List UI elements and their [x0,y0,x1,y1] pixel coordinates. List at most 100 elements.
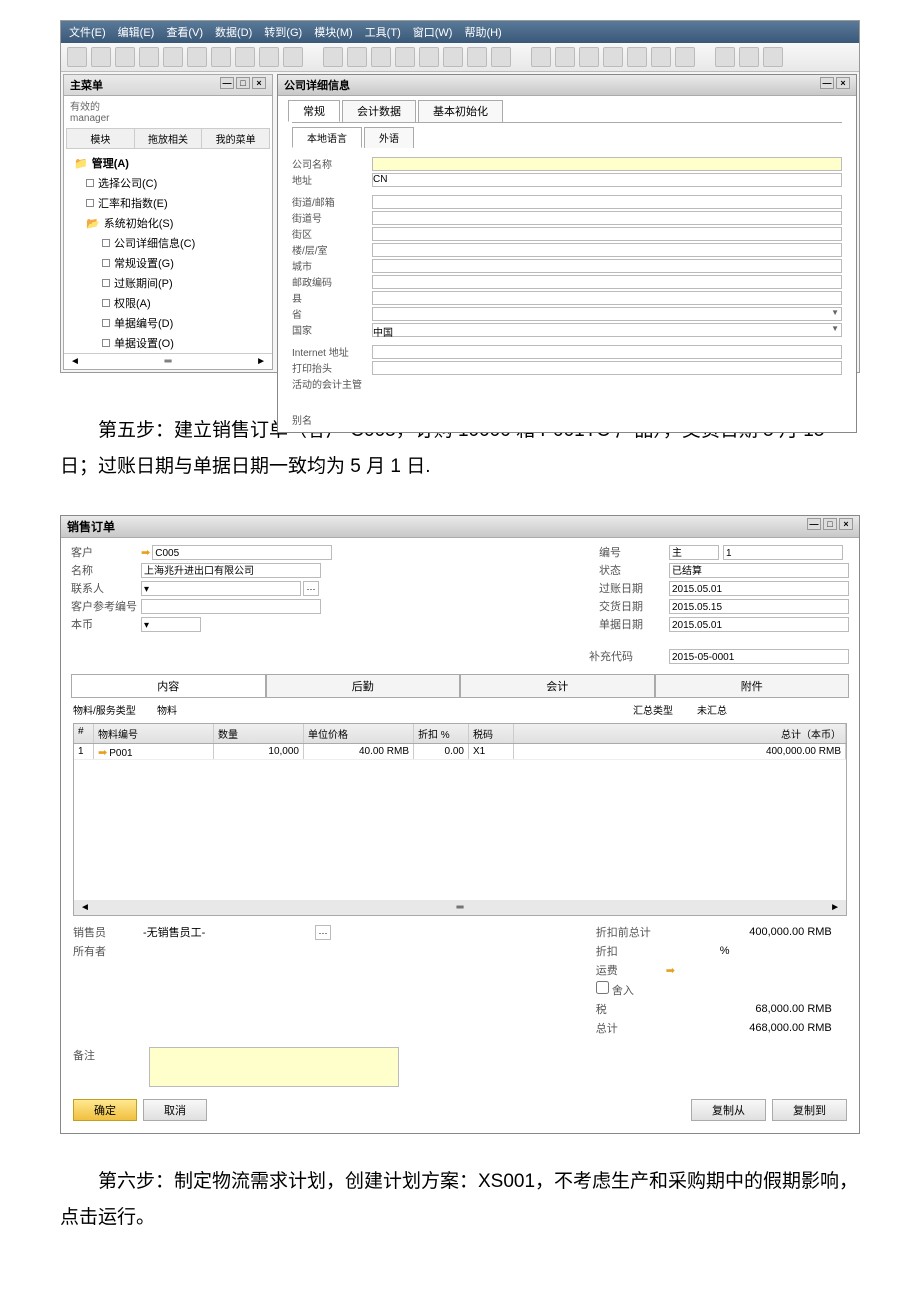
menu-data[interactable]: 数据(D) [215,24,252,40]
toolbar-icon[interactable] [67,47,87,67]
menu-file[interactable]: 文件(E) [69,24,106,40]
toolbar-icon[interactable] [395,47,415,67]
tab-dragdrop[interactable]: 拖放相关 [135,129,203,148]
input-company-name[interactable] [372,157,842,171]
field-contact[interactable]: ▾ [141,581,301,596]
toolbar-icon[interactable] [371,47,391,67]
ok-button[interactable]: 确定 [73,1099,137,1121]
toolbar-icon[interactable] [715,47,735,67]
toolbar-icon[interactable] [323,47,343,67]
field-docno[interactable]: 1 [723,545,843,560]
tab-accounting[interactable]: 会计数据 [342,100,416,122]
input-city[interactable] [372,259,842,273]
tab-basic-init[interactable]: 基本初始化 [418,100,503,122]
copyto-button[interactable]: 复制到 [772,1099,847,1121]
minimize-icon[interactable]: — [820,77,834,89]
tree-document-settings[interactable]: 单据设置(O) [66,333,270,353]
maximize-icon[interactable]: □ [236,77,250,89]
copyfrom-button[interactable]: 复制从 [691,1099,766,1121]
grid-row[interactable]: 1 ➡P001 10,000 40.00 RMB 0.00 X1 400,000… [74,744,846,760]
field-custref[interactable] [141,599,321,614]
subtab-local-lang[interactable]: 本地语言 [292,127,362,148]
menu-tools[interactable]: 工具(T) [365,24,401,40]
tab-contents[interactable]: 内容 [71,674,266,698]
field-posting-date[interactable]: 2015.05.01 [669,581,849,596]
input-zip[interactable] [372,275,842,289]
input-address[interactable]: CN [372,173,842,187]
tree-posting-periods[interactable]: 过账期间(P) [66,273,270,293]
field-currency[interactable]: ▾ [141,617,201,632]
menu-help[interactable]: 帮助(H) [464,24,501,40]
subtab-foreign-lang[interactable]: 外语 [364,127,414,148]
field-summary-type[interactable]: 未汇总 [697,702,847,717]
toolbar-icon[interactable] [139,47,159,67]
link-arrow-icon[interactable]: ➡ [666,964,675,977]
tree-select-company[interactable]: 选择公司(C) [66,173,270,193]
minimize-icon[interactable]: — [220,77,234,89]
input-internet[interactable] [372,345,842,359]
detail-tabs[interactable]: 常规 会计数据 基本初始化 [278,96,856,122]
tree-system-init[interactable]: 📂 系统初始化(S) [66,213,270,233]
tab-general[interactable]: 常规 [288,100,340,122]
toolbar-icon[interactable] [675,47,695,67]
input-building[interactable] [372,243,842,257]
input-country[interactable]: 中国 [372,323,842,337]
so-grid[interactable]: # 物料编号 数量 单位价格 折扣 % 税码 总计（本币） 1 ➡P001 10… [73,723,847,916]
link-arrow-icon[interactable]: ➡ [141,546,150,559]
link-arrow-icon[interactable]: ➡ [98,747,107,759]
field-item-type[interactable]: 物料 [157,702,287,717]
cancel-button[interactable]: 取消 [143,1099,207,1121]
toolbar-icon[interactable] [531,47,551,67]
tab-logistics[interactable]: 后勤 [266,674,461,698]
input-block[interactable] [372,227,842,241]
toolbar-icon[interactable] [347,47,367,67]
menu-module[interactable]: 模块(M) [314,24,353,40]
tree-general-settings[interactable]: 常规设置(G) [66,253,270,273]
input-province[interactable] [372,307,842,321]
toolbar-icon[interactable] [627,47,647,67]
menubar[interactable]: 文件(E) 编辑(E) 查看(V) 数据(D) 转到(G) 模块(M) 工具(T… [61,21,859,43]
menu-edit[interactable]: 编辑(E) [118,24,155,40]
tree-document-numbering[interactable]: 单据编号(D) [66,313,270,333]
toolbar-icon[interactable] [603,47,623,67]
close-icon[interactable]: × [839,518,853,530]
tab-accounting[interactable]: 会计 [460,674,655,698]
contact-edit-icon[interactable]: ⋯ [303,581,319,596]
menu-goto[interactable]: 转到(G) [264,24,302,40]
toolbar-icon[interactable] [443,47,463,67]
rounding-checkbox[interactable] [596,981,609,994]
toolbar-icon[interactable] [555,47,575,67]
tree-exchange-rate[interactable]: 汇率和指数(E) [66,193,270,213]
field-delivery-date[interactable]: 2015.05.15 [669,599,849,614]
toolbar-icon[interactable] [739,47,759,67]
toolbar-icon[interactable] [283,47,303,67]
menu-window[interactable]: 窗口(W) [413,24,453,40]
toolbar-icon[interactable] [651,47,671,67]
tab-mymenu[interactable]: 我的菜单 [202,129,269,148]
toolbar-icon[interactable] [163,47,183,67]
input-street-no[interactable] [372,211,842,225]
toolbar-icon[interactable] [579,47,599,67]
close-icon[interactable]: × [252,77,266,89]
toolbar-icon[interactable] [211,47,231,67]
toolbar-icon[interactable] [491,47,511,67]
maximize-icon[interactable]: □ [823,518,837,530]
toolbar-icon[interactable] [419,47,439,67]
input-street[interactable] [372,195,842,209]
tree-authorizations[interactable]: 权限(A) [66,293,270,313]
input-county[interactable] [372,291,842,305]
field-customer[interactable]: C005 [152,545,332,560]
field-doc-date[interactable]: 2015.05.01 [669,617,849,632]
tree-company-details[interactable]: 公司详细信息(C) [66,233,270,253]
field-name[interactable]: 上海兆升进出口有限公司 [141,563,321,578]
toolbar-icon[interactable] [91,47,111,67]
so-tabs[interactable]: 内容 后勤 会计 附件 [71,674,849,698]
remarks-textarea[interactable] [149,1047,399,1087]
toolbar-icon[interactable] [763,47,783,67]
grid-scrollbar[interactable]: ◄═► [74,900,846,915]
field-docno-prefix[interactable]: 主 [669,545,719,560]
sidebar-tabs[interactable]: 模块 拖放相关 我的菜单 [66,128,270,149]
toolbar-icon[interactable] [467,47,487,67]
tab-attachments[interactable]: 附件 [655,674,850,698]
input-print-header[interactable] [372,361,842,375]
